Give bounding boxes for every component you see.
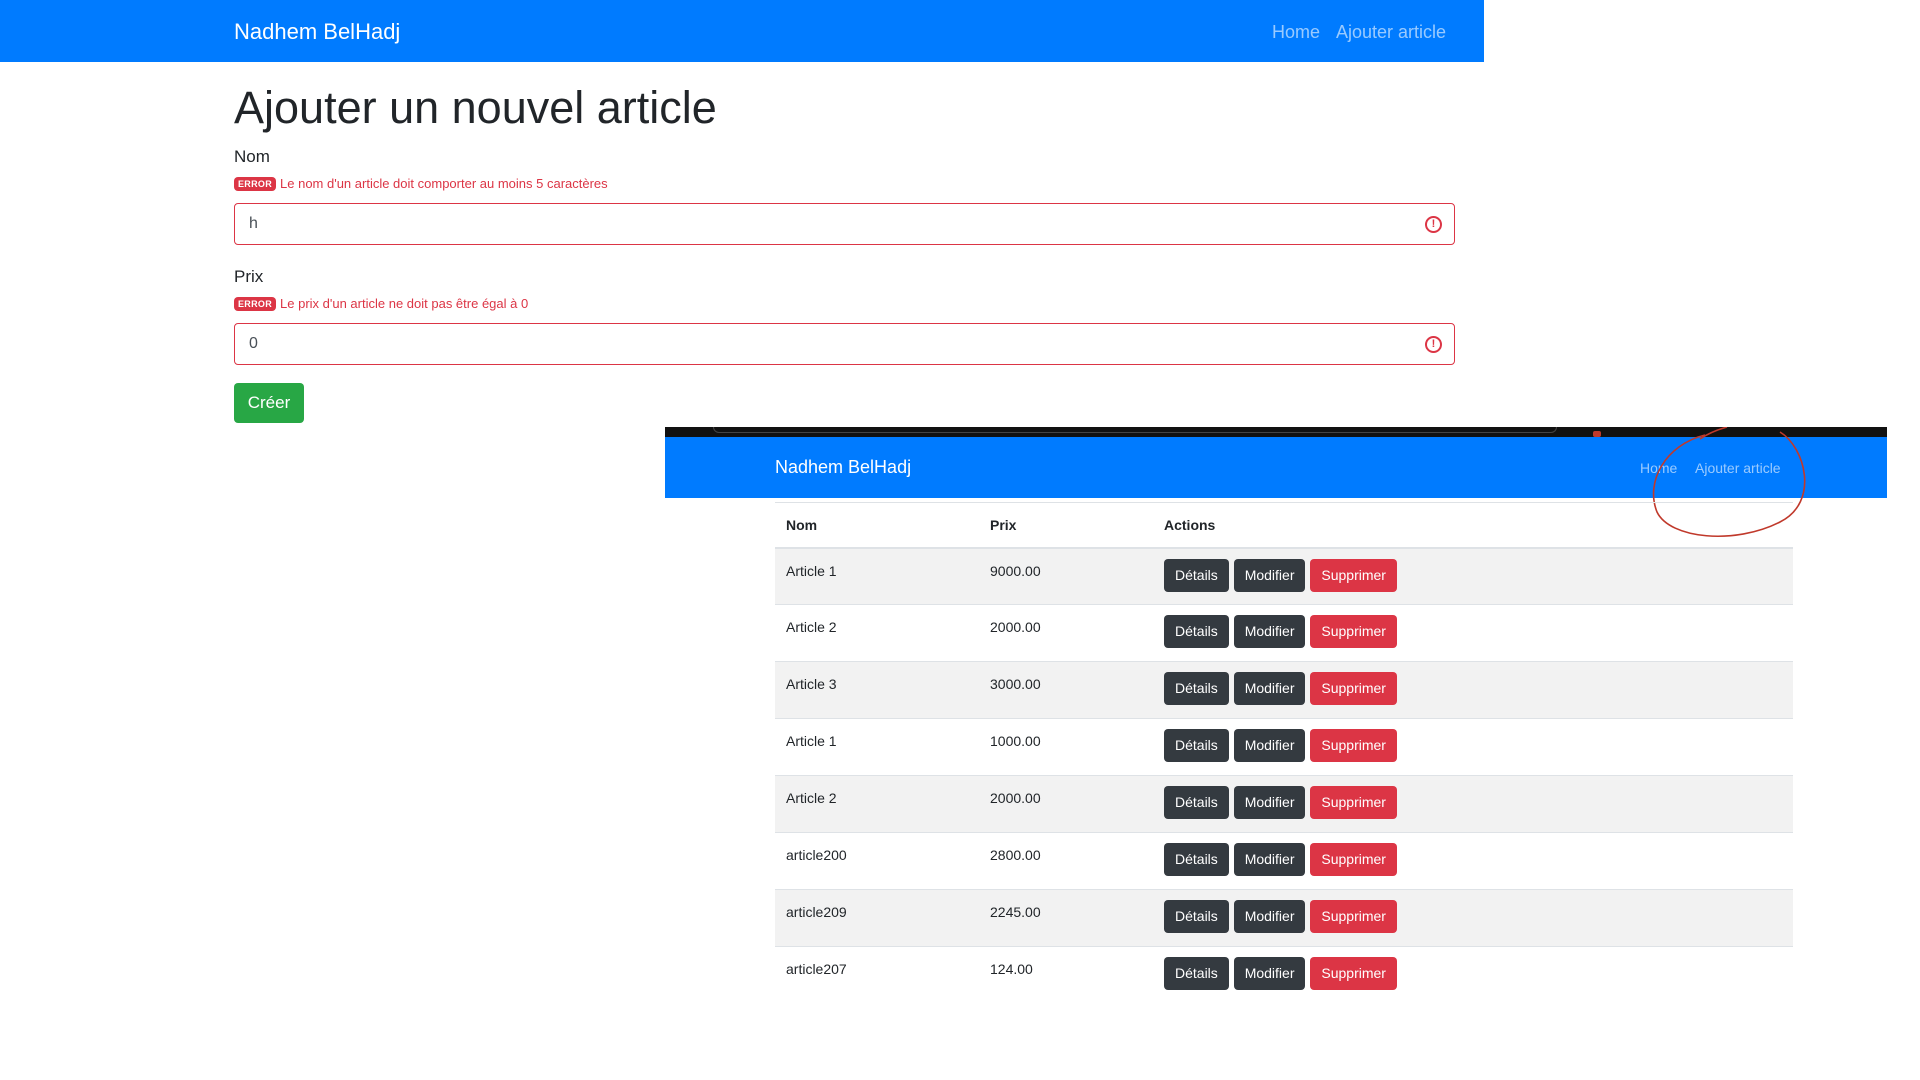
supprimer-button[interactable]: Supprimer <box>1310 615 1397 648</box>
browser-chrome-strip <box>665 427 1887 437</box>
cell-nom: Article 2 <box>775 604 979 662</box>
navbar: Nadhem BelHadj Home Ajouter article <box>0 0 1484 62</box>
modifier-button[interactable]: Modifier <box>1233 957 1306 990</box>
nom-label: Nom <box>234 147 270 166</box>
nom-error: ERROR Le nom d'un article doit comporter… <box>234 176 608 191</box>
details-button[interactable]: Détails <box>1164 558 1229 592</box>
modifier-button[interactable]: Modifier <box>1233 672 1306 705</box>
table-row: Article 3 3000.00 Détails Modifier Supprim… <box>775 661 1793 719</box>
nom-error-text: Le nom d'un article doit comporter au mo… <box>280 176 608 191</box>
error-badge: ERROR <box>234 176 277 191</box>
prix-input[interactable]: 0 ! <box>234 323 1455 365</box>
details-button[interactable]: Détails <box>1164 957 1229 990</box>
prix-input-value: 0 <box>249 335 258 352</box>
articles-table: Nom Prix Actions Article 1 9000.00 Détails… <box>775 502 1793 1004</box>
cell-actions: Détails Modifier Supprimer <box>1153 547 1793 605</box>
modifier-button[interactable]: Modifier <box>1233 558 1306 592</box>
error-badge: ERROR <box>234 296 277 311</box>
supprimer-button[interactable]: Supprimer <box>1310 957 1397 990</box>
table-row: Article 2 2000.00 Détails Modifier Supprim… <box>775 775 1793 833</box>
cell-prix: 9000.00 <box>979 547 1153 605</box>
details-button[interactable]: Détails <box>1164 615 1229 648</box>
cell-nom: Article 2 <box>775 775 979 833</box>
supprimer-button[interactable]: Supprimer <box>1310 900 1397 933</box>
nom-input-value: h <box>249 215 258 232</box>
cell-prix: 2800.00 <box>979 832 1153 890</box>
cell-prix: 2000.00 <box>979 775 1153 833</box>
modifier-button[interactable]: Modifier <box>1233 729 1306 762</box>
prix-error: ERROR Le prix d'un article ne doit pas ê… <box>234 296 528 311</box>
table-row: article207 124.00 Détails Modifier Supprim… <box>775 946 1793 1004</box>
table-row: Article 1 1000.00 Détails Modifier Supprim… <box>775 718 1793 776</box>
supprimer-button[interactable]: Supprimer <box>1310 672 1397 705</box>
cell-prix: 2000.00 <box>979 604 1153 662</box>
prix-label: Prix <box>234 267 264 286</box>
exclamation-circle-icon: ! <box>1425 336 1442 353</box>
cell-actions: Détails Modifier Supprimer <box>1153 718 1793 776</box>
modifier-button[interactable]: Modifier <box>1233 615 1306 648</box>
cell-nom: article200 <box>775 832 979 890</box>
cell-prix: 3000.00 <box>979 661 1153 719</box>
header-actions: Actions <box>1153 502 1793 549</box>
cell-prix: 2245.00 <box>979 889 1153 947</box>
table-row: article200 2800.00 Détails Modifier Suppri… <box>775 832 1793 890</box>
header-nom: Nom <box>775 502 979 549</box>
modifier-button[interactable]: Modifier <box>1233 843 1306 876</box>
cell-actions: Détails Modifier Supprimer <box>1153 604 1793 662</box>
nav-link-ajouter-article[interactable]: Ajouter article <box>1695 460 1781 476</box>
prix-error-text: Le prix d'un article ne doit pas être ég… <box>280 296 529 311</box>
cell-nom: article209 <box>775 889 979 947</box>
supprimer-button[interactable]: Supprimer <box>1310 843 1397 876</box>
details-button[interactable]: Détails <box>1164 672 1229 705</box>
cell-prix: 124.00 <box>979 946 1153 1004</box>
modifier-button[interactable]: Modifier <box>1233 786 1306 819</box>
details-button[interactable]: Détails <box>1164 843 1229 876</box>
cell-actions: Détails Modifier Supprimer <box>1153 889 1793 947</box>
supprimer-button[interactable]: Supprimer <box>1310 558 1397 592</box>
navbar-brand[interactable]: Nadhem BelHadj <box>775 457 911 478</box>
navbar-brand[interactable]: Nadhem BelHadj <box>234 19 400 45</box>
cell-actions: Détails Modifier Supprimer <box>1153 661 1793 719</box>
list-page-screenshot: Nadhem BelHadj Home Ajouter article Nom … <box>665 427 1887 1027</box>
cell-actions: Détails Modifier Supprimer <box>1153 775 1793 833</box>
exclamation-circle-icon: ! <box>1425 216 1442 233</box>
nav-link-home[interactable]: Home <box>1272 22 1320 43</box>
nav-link-home[interactable]: Home <box>1640 460 1677 476</box>
table-row: Article 1 9000.00 Détails Modifier Supprim… <box>775 547 1793 605</box>
cell-nom: Article 1 <box>775 547 979 605</box>
creer-button[interactable]: Créer <box>234 383 304 423</box>
header-prix: Prix <box>979 502 1153 549</box>
cell-nom: Article 1 <box>775 718 979 776</box>
cell-nom: article207 <box>775 946 979 1004</box>
cell-prix: 1000.00 <box>979 718 1153 776</box>
navbar: Nadhem BelHadj Home Ajouter article <box>665 437 1887 498</box>
modifier-button[interactable]: Modifier <box>1233 900 1306 933</box>
nom-input[interactable]: h ! <box>234 203 1455 245</box>
details-button[interactable]: Détails <box>1164 900 1229 933</box>
table-row: article209 2245.00 Détails Modifier Suppri… <box>775 889 1793 947</box>
form-page-screenshot: Nadhem BelHadj Home Ajouter article Ajou… <box>0 0 1484 430</box>
nav-link-ajouter-article[interactable]: Ajouter article <box>1336 22 1446 43</box>
details-button[interactable]: Détails <box>1164 786 1229 819</box>
supprimer-button[interactable]: Supprimer <box>1310 786 1397 819</box>
supprimer-button[interactable]: Supprimer <box>1310 729 1397 762</box>
cell-actions: Détails Modifier Supprimer <box>1153 832 1793 890</box>
cell-nom: Article 3 <box>775 661 979 719</box>
page-title: Ajouter un nouvel article <box>234 82 717 133</box>
table-row: Article 2 2000.00 Détails Modifier Supprim… <box>775 604 1793 662</box>
cell-actions: Détails Modifier Supprimer <box>1153 946 1793 1004</box>
details-button[interactable]: Détails <box>1164 729 1229 762</box>
